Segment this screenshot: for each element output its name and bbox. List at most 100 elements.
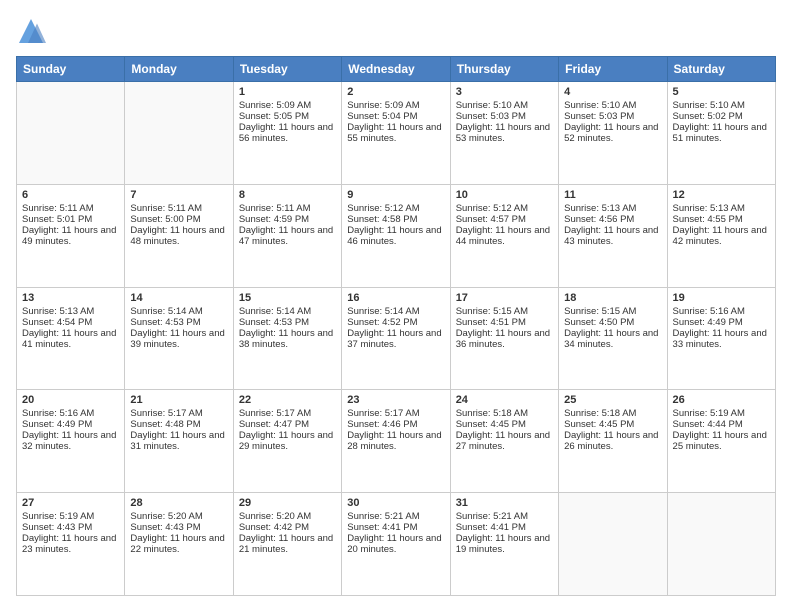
calendar-cell: 24Sunrise: 5:18 AMSunset: 4:45 PMDayligh…: [450, 390, 558, 493]
cell-info-line: Sunset: 4:43 PM: [130, 522, 200, 533]
weekday-header: Wednesday: [342, 57, 450, 82]
cell-info-line: Sunset: 4:59 PM: [239, 214, 309, 225]
cell-info-line: Sunrise: 5:18 AM: [456, 408, 528, 419]
cell-info-line: Sunset: 4:48 PM: [130, 419, 200, 430]
cell-info-line: Sunset: 4:52 PM: [347, 317, 417, 328]
weekday-header: Tuesday: [233, 57, 341, 82]
cell-info-line: Sunrise: 5:14 AM: [347, 306, 419, 317]
calendar-cell: 29Sunrise: 5:20 AMSunset: 4:42 PMDayligh…: [233, 493, 341, 596]
cell-info-line: Sunrise: 5:10 AM: [564, 100, 636, 111]
cell-info-line: Sunset: 4:41 PM: [456, 522, 526, 533]
cell-info-line: Sunset: 5:03 PM: [456, 111, 526, 122]
day-number: 30: [347, 497, 444, 509]
cell-info-line: Sunset: 4:41 PM: [347, 522, 417, 533]
day-number: 11: [564, 189, 661, 201]
day-number: 26: [673, 394, 770, 406]
calendar-cell: 23Sunrise: 5:17 AMSunset: 4:46 PMDayligh…: [342, 390, 450, 493]
header: [16, 16, 776, 46]
day-number: 13: [22, 292, 119, 304]
day-number: 9: [347, 189, 444, 201]
weekday-header: Thursday: [450, 57, 558, 82]
cell-info-line: Sunrise: 5:19 AM: [673, 408, 745, 419]
cell-info-line: Sunset: 5:03 PM: [564, 111, 634, 122]
calendar-header: SundayMondayTuesdayWednesdayThursdayFrid…: [17, 57, 776, 82]
cell-info-line: Sunset: 5:05 PM: [239, 111, 309, 122]
cell-info-line: Sunrise: 5:15 AM: [564, 306, 636, 317]
calendar-body: 1Sunrise: 5:09 AMSunset: 5:05 PMDaylight…: [17, 82, 776, 596]
cell-info-line: Sunrise: 5:11 AM: [22, 203, 94, 214]
cell-info-line: Sunset: 4:44 PM: [673, 419, 743, 430]
calendar-week-row: 13Sunrise: 5:13 AMSunset: 4:54 PMDayligh…: [17, 287, 776, 390]
day-number: 31: [456, 497, 553, 509]
cell-info-line: Sunset: 4:56 PM: [564, 214, 634, 225]
cell-info-line: Daylight: 11 hours and 20 minutes.: [347, 533, 441, 555]
day-number: 17: [456, 292, 553, 304]
cell-info-line: Sunset: 4:42 PM: [239, 522, 309, 533]
cell-info-line: Daylight: 11 hours and 34 minutes.: [564, 328, 658, 350]
day-number: 21: [130, 394, 227, 406]
cell-info-line: Daylight: 11 hours and 44 minutes.: [456, 225, 550, 247]
calendar-cell: 25Sunrise: 5:18 AMSunset: 4:45 PMDayligh…: [559, 390, 667, 493]
cell-info-line: Daylight: 11 hours and 38 minutes.: [239, 328, 333, 350]
cell-info-line: Sunset: 4:55 PM: [673, 214, 743, 225]
calendar-cell: 5Sunrise: 5:10 AMSunset: 5:02 PMDaylight…: [667, 82, 775, 185]
cell-info-line: Sunrise: 5:19 AM: [22, 511, 94, 522]
cell-info-line: Sunrise: 5:17 AM: [130, 408, 202, 419]
calendar-cell: 19Sunrise: 5:16 AMSunset: 4:49 PMDayligh…: [667, 287, 775, 390]
cell-info-line: Daylight: 11 hours and 48 minutes.: [130, 225, 224, 247]
day-number: 18: [564, 292, 661, 304]
calendar-cell: 3Sunrise: 5:10 AMSunset: 5:03 PMDaylight…: [450, 82, 558, 185]
cell-info-line: Daylight: 11 hours and 51 minutes.: [673, 122, 767, 144]
cell-info-line: Daylight: 11 hours and 52 minutes.: [564, 122, 658, 144]
cell-info-line: Sunrise: 5:14 AM: [239, 306, 311, 317]
day-number: 16: [347, 292, 444, 304]
cell-info-line: Sunrise: 5:12 AM: [347, 203, 419, 214]
cell-info-line: Sunrise: 5:10 AM: [673, 100, 745, 111]
weekday-header: Saturday: [667, 57, 775, 82]
cell-info-line: Sunset: 4:47 PM: [239, 419, 309, 430]
day-number: 14: [130, 292, 227, 304]
cell-info-line: Daylight: 11 hours and 37 minutes.: [347, 328, 441, 350]
day-number: 20: [22, 394, 119, 406]
calendar-table: SundayMondayTuesdayWednesdayThursdayFrid…: [16, 56, 776, 596]
cell-info-line: Daylight: 11 hours and 32 minutes.: [22, 430, 116, 452]
calendar-cell: 15Sunrise: 5:14 AMSunset: 4:53 PMDayligh…: [233, 287, 341, 390]
calendar-week-row: 20Sunrise: 5:16 AMSunset: 4:49 PMDayligh…: [17, 390, 776, 493]
calendar-cell: 10Sunrise: 5:12 AMSunset: 4:57 PMDayligh…: [450, 184, 558, 287]
day-number: 29: [239, 497, 336, 509]
day-number: 22: [239, 394, 336, 406]
cell-info-line: Sunset: 5:02 PM: [673, 111, 743, 122]
cell-info-line: Sunrise: 5:16 AM: [673, 306, 745, 317]
cell-info-line: Sunrise: 5:14 AM: [130, 306, 202, 317]
calendar-cell: 18Sunrise: 5:15 AMSunset: 4:50 PMDayligh…: [559, 287, 667, 390]
cell-info-line: Daylight: 11 hours and 47 minutes.: [239, 225, 333, 247]
cell-info-line: Sunset: 4:43 PM: [22, 522, 92, 533]
day-number: 27: [22, 497, 119, 509]
cell-info-line: Daylight: 11 hours and 39 minutes.: [130, 328, 224, 350]
day-number: 7: [130, 189, 227, 201]
cell-info-line: Sunrise: 5:09 AM: [347, 100, 419, 111]
cell-info-line: Sunset: 4:57 PM: [456, 214, 526, 225]
calendar-cell: 26Sunrise: 5:19 AMSunset: 4:44 PMDayligh…: [667, 390, 775, 493]
day-number: 8: [239, 189, 336, 201]
calendar-cell: 11Sunrise: 5:13 AMSunset: 4:56 PMDayligh…: [559, 184, 667, 287]
calendar-cell: 2Sunrise: 5:09 AMSunset: 5:04 PMDaylight…: [342, 82, 450, 185]
day-number: 1: [239, 86, 336, 98]
cell-info-line: Sunset: 4:46 PM: [347, 419, 417, 430]
cell-info-line: Sunrise: 5:13 AM: [564, 203, 636, 214]
calendar-cell: 21Sunrise: 5:17 AMSunset: 4:48 PMDayligh…: [125, 390, 233, 493]
cell-info-line: Daylight: 11 hours and 36 minutes.: [456, 328, 550, 350]
cell-info-line: Sunset: 5:00 PM: [130, 214, 200, 225]
calendar-cell: [667, 493, 775, 596]
header-row: SundayMondayTuesdayWednesdayThursdayFrid…: [17, 57, 776, 82]
cell-info-line: Sunrise: 5:17 AM: [239, 408, 311, 419]
cell-info-line: Sunset: 4:49 PM: [22, 419, 92, 430]
cell-info-line: Sunset: 4:45 PM: [456, 419, 526, 430]
day-number: 15: [239, 292, 336, 304]
cell-info-line: Sunset: 5:04 PM: [347, 111, 417, 122]
calendar-cell: 7Sunrise: 5:11 AMSunset: 5:00 PMDaylight…: [125, 184, 233, 287]
cell-info-line: Daylight: 11 hours and 21 minutes.: [239, 533, 333, 555]
calendar-cell: 22Sunrise: 5:17 AMSunset: 4:47 PMDayligh…: [233, 390, 341, 493]
cell-info-line: Sunrise: 5:09 AM: [239, 100, 311, 111]
cell-info-line: Daylight: 11 hours and 55 minutes.: [347, 122, 441, 144]
